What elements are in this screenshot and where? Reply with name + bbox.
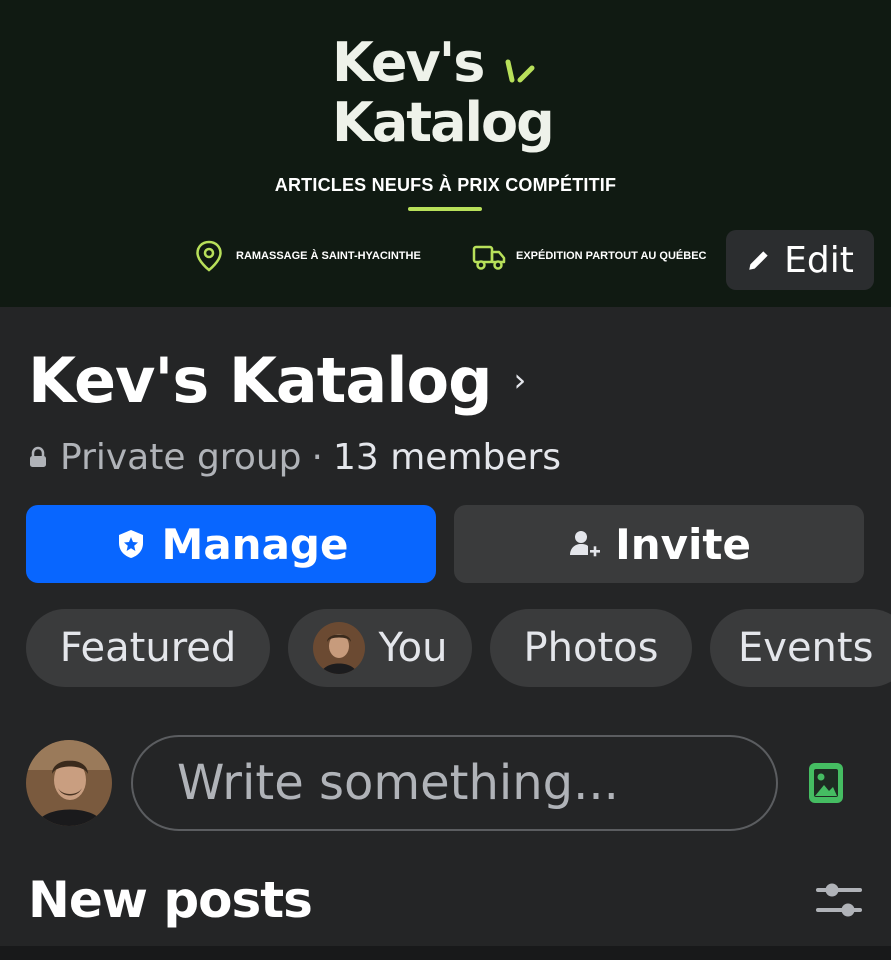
- invite-label: Invite: [615, 519, 751, 569]
- tab-you[interactable]: You: [288, 609, 472, 687]
- feature-pickup: RAMASSAGE À SAINT-HYACINTHE: [192, 238, 421, 274]
- edit-label: Edit: [784, 239, 854, 281]
- manage-label: Manage: [161, 519, 349, 569]
- add-person-icon: [570, 531, 601, 557]
- group-tabs: Featured You Photos Events: [26, 609, 891, 687]
- tab-events-label: Events: [738, 625, 874, 671]
- avatar: [312, 622, 365, 674]
- lock-icon: [30, 446, 46, 467]
- tab-events[interactable]: Events: [710, 609, 891, 687]
- tab-photos[interactable]: Photos: [490, 609, 692, 687]
- photo-icon[interactable]: [806, 760, 846, 806]
- section-divider: [0, 946, 891, 960]
- feature-shipping: EXPÉDITION PARTOUT AU QUÉBEC: [472, 238, 706, 274]
- chevron-right-icon: ›: [513, 361, 526, 399]
- tab-photos-label: Photos: [523, 625, 659, 671]
- group-name: Kev's Katalog: [28, 343, 492, 417]
- feature-shipping-label: EXPÉDITION PARTOUT AU QUÉBEC: [516, 250, 707, 262]
- group-members-count[interactable]: 13 members: [333, 437, 561, 478]
- group-privacy: Private group: [60, 436, 302, 478]
- group-meta: Private group · 13 members: [28, 432, 561, 482]
- composer-avatar[interactable]: [26, 740, 112, 826]
- manage-button[interactable]: Manage: [26, 505, 436, 583]
- sliders-icon[interactable]: [814, 878, 864, 922]
- tab-featured[interactable]: Featured: [26, 609, 270, 687]
- brand-logo: Kev's Katalog: [330, 36, 570, 161]
- shield-star-icon: [118, 530, 143, 558]
- group-name-link[interactable]: Kev's Katalog ›: [28, 340, 526, 420]
- cover-tagline: ARTICLES NEUFS À PRIX COMPÉTITIF: [274, 175, 617, 195]
- logo-sparks-icon: [505, 59, 535, 83]
- tagline-underline: [408, 207, 482, 211]
- group-page: Kev's Katalog ARTICLES NEUFS À PRIX COMP…: [0, 0, 891, 960]
- truck-icon: [472, 245, 506, 270]
- new-posts-heading: New posts: [28, 871, 313, 929]
- logo-line2: Katalog: [332, 91, 555, 154]
- meta-separator: ·: [311, 436, 323, 478]
- location-pin-icon: [196, 240, 222, 272]
- logo-line1: Kev's: [332, 31, 485, 94]
- edit-cover-button[interactable]: Edit: [726, 230, 874, 290]
- tab-featured-label: Featured: [59, 625, 237, 671]
- pencil-icon: [749, 251, 768, 270]
- write-something-input[interactable]: Write something...: [131, 735, 778, 831]
- tab-you-label: You: [378, 625, 448, 671]
- composer-placeholder: Write something...: [177, 755, 619, 811]
- cover-photo[interactable]: Kev's Katalog ARTICLES NEUFS À PRIX COMP…: [0, 0, 891, 307]
- invite-button[interactable]: Invite: [454, 505, 864, 583]
- feature-pickup-label: RAMASSAGE À SAINT-HYACINTHE: [236, 250, 421, 262]
